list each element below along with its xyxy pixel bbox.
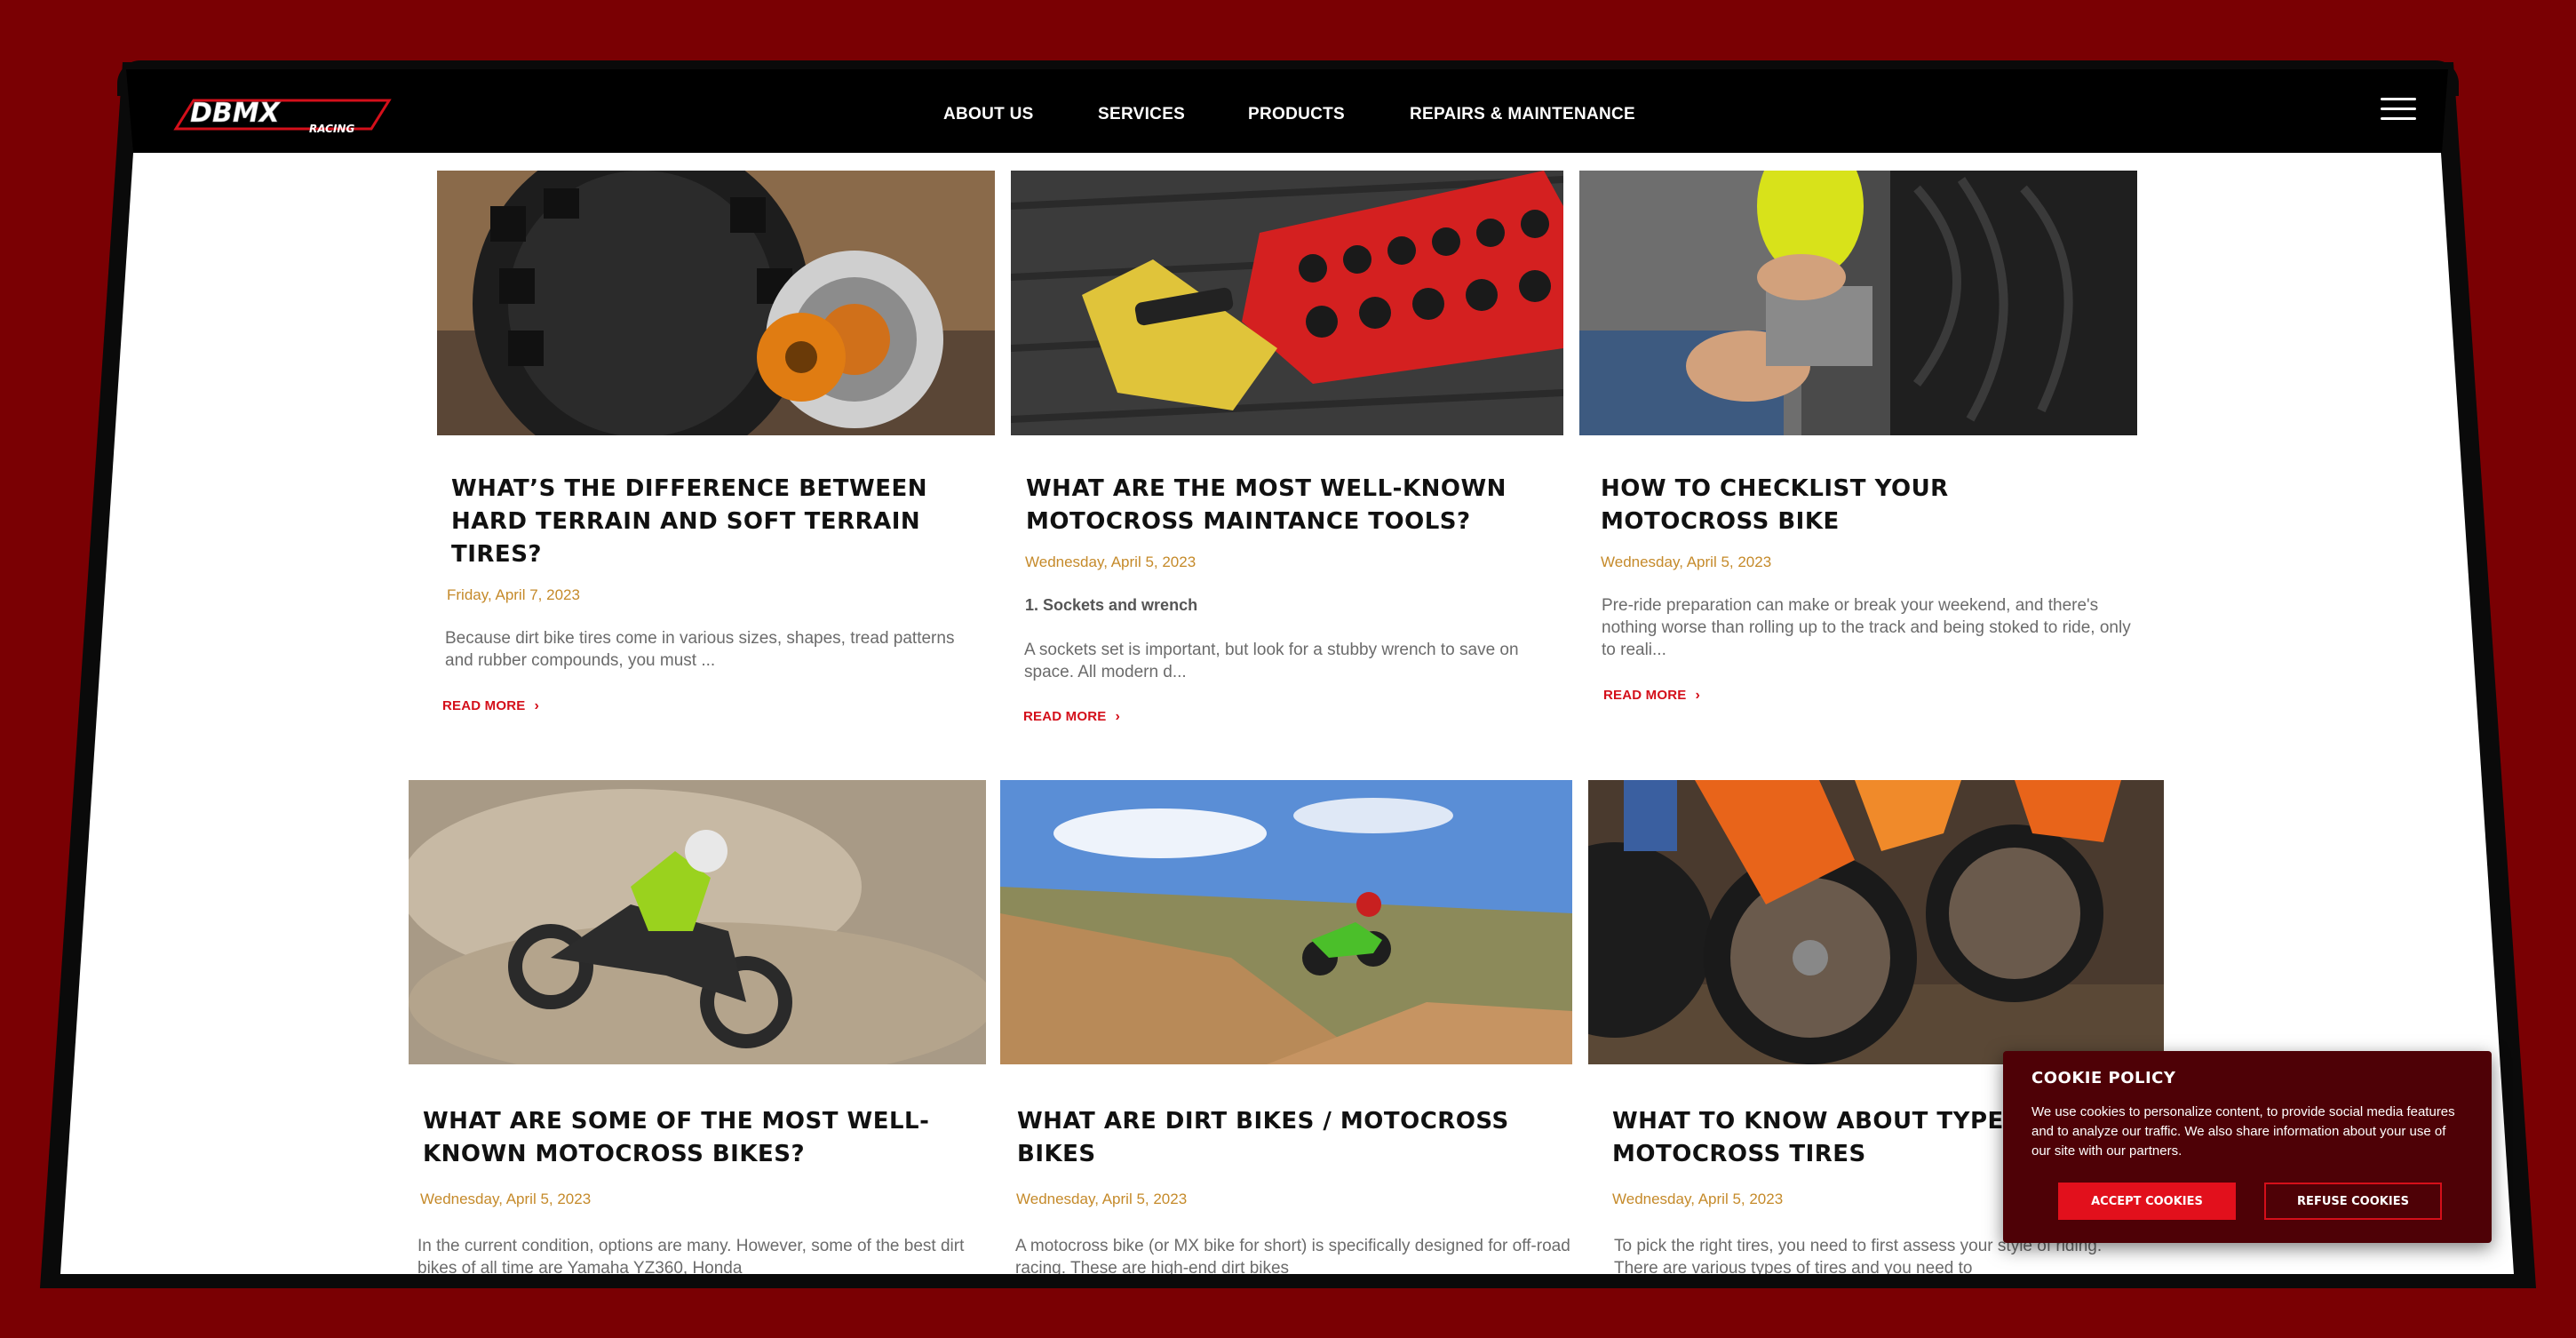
nav-repairs-maintenance[interactable]: REPAIRS & MAINTENANCE bbox=[1410, 105, 1635, 124]
post-image-checklist[interactable] bbox=[1579, 171, 2137, 435]
brand-logo[interactable]: DBMX RACING bbox=[167, 93, 396, 136]
carburetor-repair-photo-icon bbox=[1579, 171, 2137, 435]
post-title[interactable]: WHAT ARE THE MOST WELL-KNOWN MOTOCROSS M… bbox=[1026, 473, 1541, 538]
cookie-text: We use cookies to personalize content, t… bbox=[2031, 1104, 2455, 1159]
nav-about-us[interactable]: ABOUT US bbox=[943, 105, 1034, 124]
post-image-tools[interactable] bbox=[1011, 171, 1563, 435]
nav-products[interactable]: PRODUCTS bbox=[1248, 105, 1345, 124]
chevron-right-icon: › bbox=[1115, 709, 1121, 724]
post-date: Friday, April 7, 2023 bbox=[447, 586, 580, 603]
hamburger-menu-icon[interactable] bbox=[2381, 98, 2416, 124]
post-title[interactable]: HOW TO CHECKLIST YOUR MOTOCROSS BIKE bbox=[1601, 473, 2116, 538]
post-date: Wednesday, April 5, 2023 bbox=[1612, 1191, 1784, 1207]
rider-in-sand-photo-icon bbox=[409, 780, 986, 1064]
refuse-cookies-button[interactable]: REFUSE COOKIES bbox=[2264, 1183, 2442, 1220]
chevron-right-icon: › bbox=[1695, 688, 1701, 703]
logo-icon: DBMX RACING bbox=[173, 98, 392, 135]
post-excerpt: Because dirt bike tires come in various … bbox=[445, 629, 955, 670]
socket-toolset-photo-icon bbox=[1011, 171, 1563, 435]
nav-services[interactable]: SERVICES bbox=[1098, 105, 1185, 124]
post-title[interactable]: WHAT ARE DIRT BIKES / MOTOCROSS BIKES bbox=[1017, 1105, 1568, 1171]
read-more-link[interactable]: READ MORE › bbox=[1603, 688, 1700, 704]
post-excerpt: A motocross bike (or MX bike for short) … bbox=[1015, 1237, 1570, 1278]
post-title[interactable]: WHAT’S THE DIFFERENCE BETWEEN HARD TERRA… bbox=[451, 473, 966, 571]
post-date: Wednesday, April 5, 2023 bbox=[1025, 554, 1197, 570]
read-more-label: READ MORE bbox=[1023, 709, 1107, 724]
bike-wheels-lineup-photo-icon bbox=[1588, 780, 2164, 1064]
read-more-link[interactable]: READ MORE › bbox=[442, 698, 539, 714]
accept-cookies-button[interactable]: ACCEPT COOKIES bbox=[2058, 1183, 2236, 1220]
post-subheading: 1. Sockets and wrench bbox=[1025, 596, 1198, 614]
read-more-label: READ MORE bbox=[1603, 688, 1687, 703]
rider-jumping-photo-icon bbox=[1000, 780, 1572, 1064]
post-date: Wednesday, April 5, 2023 bbox=[420, 1191, 592, 1207]
chevron-right-icon: › bbox=[534, 698, 540, 713]
post-excerpt: Pre-ride preparation can make or break y… bbox=[1602, 596, 2131, 659]
post-image-tire-types[interactable] bbox=[1588, 780, 2164, 1064]
svg-text:RACING: RACING bbox=[309, 123, 354, 135]
cookie-policy-popup: COOKIE POLICY We use cookies to personal… bbox=[2003, 1051, 2492, 1243]
cookie-title: COOKIE POLICY bbox=[2031, 1069, 2176, 1087]
dirt-bike-tire-photo-icon bbox=[437, 171, 995, 435]
post-image-tires[interactable] bbox=[437, 171, 995, 435]
post-date: Wednesday, April 5, 2023 bbox=[1601, 554, 1772, 570]
post-excerpt: A sockets set is important, but look for… bbox=[1024, 641, 1519, 681]
post-image-bikes[interactable] bbox=[409, 780, 986, 1064]
svg-text:DBMX: DBMX bbox=[190, 98, 282, 129]
post-date: Wednesday, April 5, 2023 bbox=[1016, 1191, 1188, 1207]
read-more-label: READ MORE bbox=[442, 698, 526, 713]
post-title[interactable]: WHAT ARE SOME OF THE MOST WELL-KNOWN MOT… bbox=[423, 1105, 974, 1171]
post-image-dirt-bikes[interactable] bbox=[1000, 780, 1572, 1064]
post-excerpt: In the current condition, options are ma… bbox=[417, 1237, 965, 1278]
read-more-link[interactable]: READ MORE › bbox=[1023, 709, 1120, 725]
